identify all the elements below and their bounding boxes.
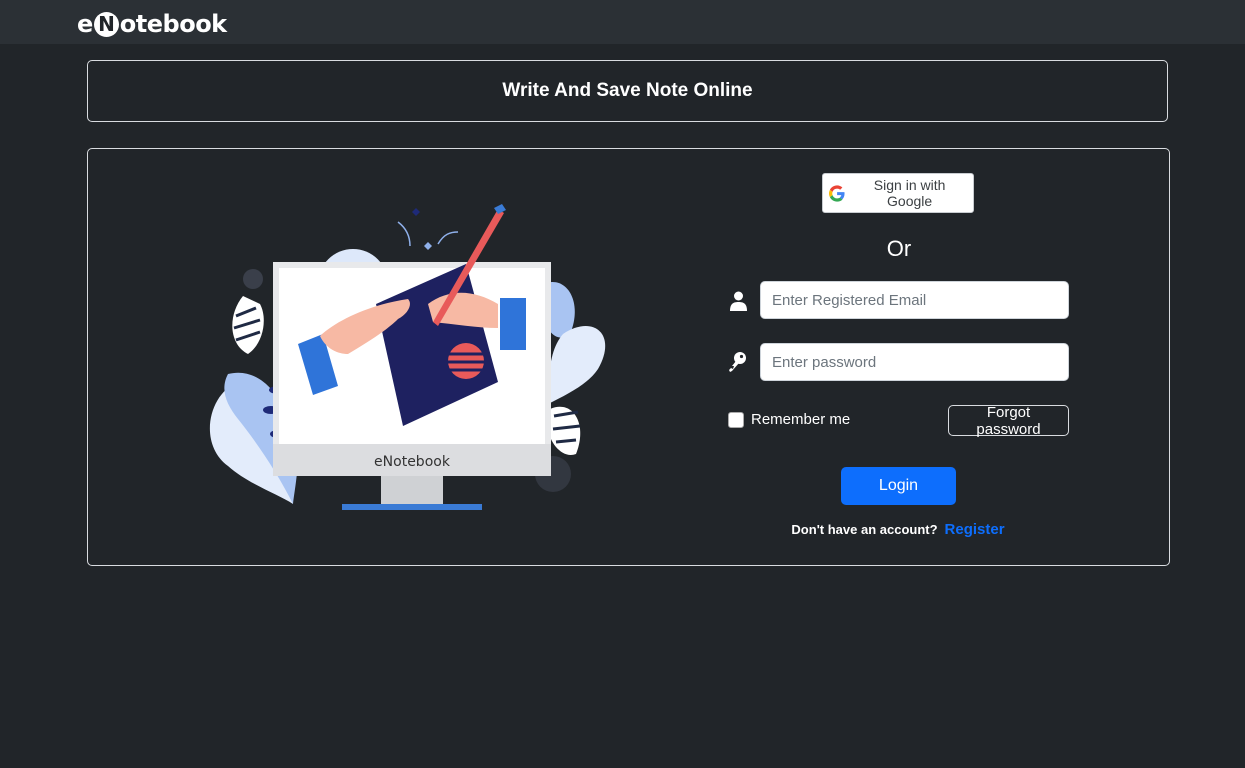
notebook-illustration: eNotebook (209, 204, 606, 510)
key-icon (728, 350, 748, 374)
remember-label: Remember me (751, 411, 851, 428)
brand-logo[interactable]: e Notebook (77, 9, 227, 39)
email-input[interactable] (760, 281, 1069, 319)
google-signin-button[interactable]: Sign in with Google (822, 173, 974, 213)
google-signin-label: Sign in with Google (873, 177, 946, 209)
no-account-text: Don't have an account? (791, 522, 938, 537)
or-divider: Or (886, 236, 912, 261)
brand-prefix: e (77, 10, 93, 38)
navbar: e Notebook (0, 0, 1245, 44)
forgot-password-button[interactable]: Forgot password (948, 404, 1069, 438)
brand-suffix: otebook (119, 10, 227, 38)
login-card: eNotebook Sign in with Google Or Enter R… (87, 148, 1170, 566)
remember-me[interactable]: Remember me (728, 411, 850, 428)
login-button[interactable]: Login (841, 467, 956, 505)
register-prompt: Don't have an account? Register (791, 521, 1004, 538)
password-input[interactable] (760, 343, 1069, 381)
page-title: Write And Save Note Online (502, 80, 753, 101)
screen-label: eNotebook (374, 454, 451, 470)
user-icon (728, 289, 748, 313)
title-card: Write And Save Note Online (87, 60, 1168, 122)
brand-circle: N (93, 11, 119, 37)
remember-checkbox[interactable] (728, 411, 744, 428)
google-icon (829, 184, 845, 202)
register-link[interactable]: Register (945, 521, 1005, 538)
